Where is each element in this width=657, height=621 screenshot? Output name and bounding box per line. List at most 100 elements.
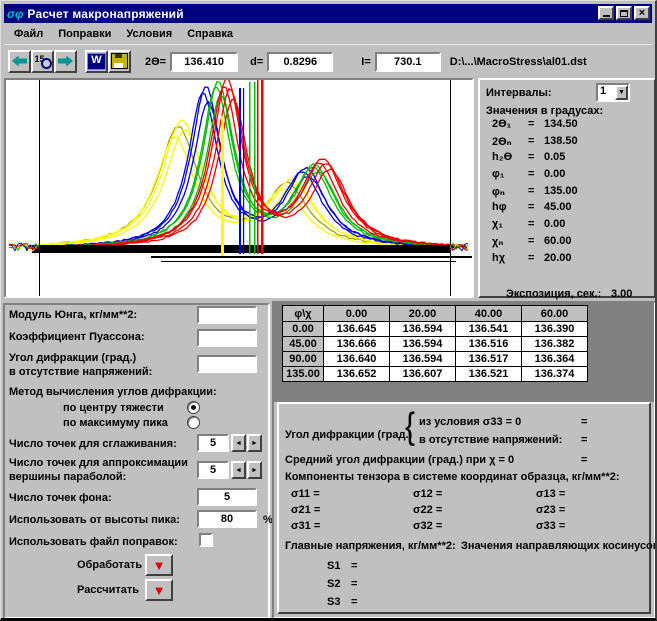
equals-sign: =: [528, 151, 544, 168]
value-number: 20.00: [544, 252, 572, 269]
value-row: h₂Ɵ=0.05: [492, 151, 578, 168]
peak-height-input[interactable]: 80: [197, 510, 257, 528]
mean-angle-label: Средний угол дифракции (град.) при χ = 0: [285, 454, 514, 466]
table-row-header: 90.00: [283, 352, 323, 366]
table-cell[interactable]: 136.594: [390, 352, 455, 366]
table-cell[interactable]: 136.521: [456, 367, 521, 381]
condition-sigma33-label: из условия σ33 = 0: [419, 416, 521, 428]
diffraction-chart[interactable]: [6, 80, 472, 296]
table-cell[interactable]: 136.640: [324, 352, 389, 366]
minimize-button[interactable]: [598, 6, 614, 20]
menu-item-conditions[interactable]: Условия: [126, 28, 172, 40]
table-cell[interactable]: 136.652: [324, 367, 389, 381]
forward-button[interactable]: [54, 50, 77, 73]
method-option-centroid-label: по центру тяжести: [63, 402, 164, 414]
combo-dropdown-button[interactable]: ▼: [615, 85, 628, 100]
diffraction-angle-input[interactable]: [197, 355, 257, 373]
equals-sign: =: [351, 596, 357, 614]
table-cell[interactable]: 136.607: [390, 367, 455, 381]
principal-stresses-title: Главные напряжения, кг/мм**2:: [285, 540, 456, 552]
save-button[interactable]: [108, 50, 131, 73]
result-diffraction-label: Угол дифракции (град.): [285, 429, 412, 441]
table-cell[interactable]: 136.594: [390, 337, 455, 351]
table-cell[interactable]: 136.364: [522, 352, 587, 366]
combo-arrow-icon: ▼: [618, 89, 625, 96]
principal-stress-row: S3=: [327, 596, 357, 614]
tensor-component: σ31 =: [287, 520, 409, 536]
condition-nostress-label: в отсутствие напряжений:: [419, 434, 562, 446]
minimize-icon: [603, 15, 610, 17]
maximize-button[interactable]: [616, 6, 632, 20]
method-option-centroid-radio[interactable]: [187, 401, 200, 414]
approx-spin-up-button[interactable]: ►: [247, 461, 262, 479]
corrections-file-checkbox[interactable]: [199, 533, 213, 547]
diffraction-angle-label-line2: в отсутствие напряжений:: [9, 366, 152, 378]
value-number: 0.00: [544, 168, 565, 185]
file-path: D:\...\MacroStress\al01.dst: [450, 56, 587, 68]
menu-item-help[interactable]: Справка: [187, 28, 233, 40]
table-cell[interactable]: 136.374: [522, 367, 587, 381]
menu-item-corrections[interactable]: Поправки: [58, 28, 111, 40]
poisson-input[interactable]: [197, 329, 257, 347]
save-icon: [111, 53, 128, 69]
word-export-icon: W: [87, 53, 106, 70]
young-modulus-label: Модуль Юнга, кг/мм**2:: [9, 309, 137, 321]
calculate-button[interactable]: ▼: [145, 579, 173, 601]
d-label: d=: [250, 56, 263, 68]
menu-item-file[interactable]: Файл: [14, 28, 43, 40]
table-cell[interactable]: 136.541: [456, 322, 521, 336]
two-theta-label: 2Ɵ=: [145, 56, 166, 68]
principal-stress-row: S1=: [327, 560, 357, 578]
method-option-peakmax-radio[interactable]: [187, 416, 200, 429]
value-number: 60.00: [544, 235, 572, 252]
intervals-label: Интервалы:: [486, 87, 552, 99]
background-points-input[interactable]: 5: [197, 488, 257, 506]
background-points-label: Число точек фона:: [9, 492, 112, 504]
table-cell[interactable]: 136.645: [324, 322, 389, 336]
table-col-header: 40.00: [456, 306, 521, 321]
table-cell[interactable]: 136.594: [390, 322, 455, 336]
value-number: 0.00: [544, 218, 565, 235]
table-cell[interactable]: 136.390: [522, 322, 587, 336]
poisson-label: Коэффициент Пуассона:: [9, 331, 144, 343]
equals-sign: =: [528, 218, 544, 235]
smoothing-points-input[interactable]: 5: [197, 434, 229, 452]
intervals-combobox[interactable]: 1 ▼: [596, 83, 630, 102]
young-modulus-input[interactable]: [197, 306, 257, 324]
table-col-header: 60.00: [522, 306, 587, 321]
run-arrow-icon: ▼: [153, 583, 166, 598]
degrees-section-title: Значения в градусах:: [486, 105, 603, 117]
equals-sign: =: [581, 434, 587, 446]
back-icon: [12, 56, 27, 67]
approx-points-input[interactable]: 5: [197, 461, 229, 479]
equals-sign: =: [528, 118, 544, 135]
tensor-components-grid: σ11 =σ12 =σ13 =σ21 =σ22 =σ23 =σ31 =σ32 =…: [287, 488, 652, 536]
title-bar[interactable]: σφ Расчет макронапряжений ×: [4, 4, 652, 23]
tensor-component: σ21 =: [287, 504, 409, 520]
value-number: 0.05: [544, 151, 565, 168]
word-export-button[interactable]: W: [85, 50, 108, 73]
table-cell[interactable]: 136.666: [324, 337, 389, 351]
table-cell[interactable]: 136.382: [522, 337, 587, 351]
equals-sign: =: [581, 416, 587, 428]
angles-table-zone: φ\χ0.0020.0040.0060.000.00136.645136.594…: [274, 303, 654, 402]
degrees-values-list: 2Ɵ₁=134.502Ɵₙ=138.50h₂Ɵ=0.05φ₁=0.00φₙ=13…: [492, 118, 578, 268]
table-col-header: 20.00: [390, 306, 455, 321]
smoothing-spin-up-button[interactable]: ►: [247, 434, 262, 452]
process-button[interactable]: ▼: [145, 554, 173, 576]
value-label: h₂Ɵ: [492, 151, 528, 168]
close-button[interactable]: ×: [634, 6, 650, 20]
value-row: 2Ɵ₁=134.50: [492, 118, 578, 135]
chart-panel: [4, 78, 474, 298]
approx-spin-down-button[interactable]: ◄: [231, 461, 246, 479]
method-option-peakmax-label: по максимуму пика: [63, 417, 168, 429]
table-cell[interactable]: 136.517: [456, 352, 521, 366]
back-button[interactable]: [8, 50, 31, 73]
smoothing-spin-down-button[interactable]: ◄: [231, 434, 246, 452]
value-label: hχ: [492, 252, 528, 269]
find-angle-button[interactable]: 15: [31, 50, 54, 73]
direction-cosines-title: Значения направляющих косинусов:: [461, 540, 657, 552]
intensity-value: 730.1: [375, 52, 441, 72]
value-label: χₙ: [492, 235, 528, 252]
table-cell[interactable]: 136.516: [456, 337, 521, 351]
